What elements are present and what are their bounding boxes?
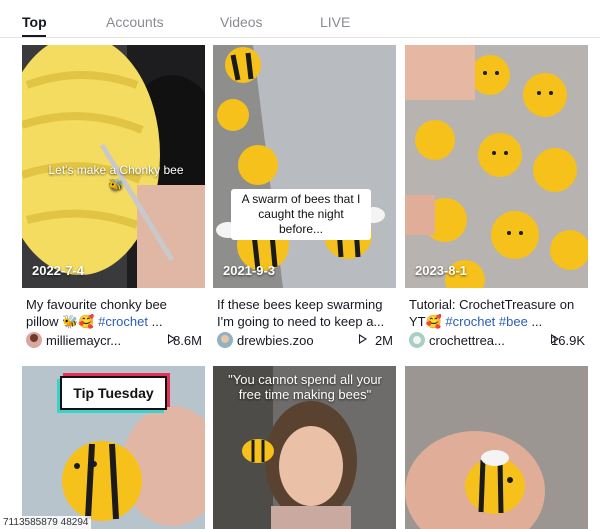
tab-top[interactable]: Top [22,14,47,30]
description-ellipsis: ... [527,314,543,329]
author-username[interactable]: drewbies.zoo [237,333,314,348]
video-thumbnail[interactable]: 2023-8-1 [405,45,588,288]
video-description[interactable]: My favourite chonky bee pillow 🐝🥰 #croch… [26,296,202,330]
view-count: 2M [374,333,393,348]
view-count: 16.9K [551,333,585,348]
video-date: 2023-8-1 [415,263,468,278]
play-count-icon [359,334,367,344]
author-username[interactable]: milliemaycr... [46,333,121,348]
video-thumbnail[interactable] [405,366,588,529]
author-username[interactable]: crochettrea... [429,333,505,348]
bee-in-hand-thumbnail-image [405,366,588,529]
avatar[interactable] [26,332,42,348]
video-meta: milliemaycr... 8.6M [26,332,202,348]
video-caption-overlay: "You cannot spend all your free time mak… [228,372,382,402]
description-ellipsis: ... [147,314,163,329]
video-card[interactable] [405,366,588,529]
video-thumbnail[interactable]: Tip Tuesday [22,366,205,529]
tab-videos[interactable]: Videos [220,14,263,30]
video-meta: drewbies.zoo 2M [217,332,393,348]
search-tabs: Top Accounts Videos LIVE [0,0,600,38]
view-count: 8.6M [173,333,202,348]
avatar[interactable] [409,332,425,348]
video-thumbnail[interactable]: A swarm of bees that I caught the night … [213,45,396,288]
video-meta: crochettrea... 16.9K [409,332,585,348]
video-description[interactable]: If these bees keep swarming I'm going to… [217,296,393,330]
tab-live[interactable]: LIVE [320,14,350,30]
tab-accounts[interactable]: Accounts [106,14,164,30]
many-bees-thumbnail-image [405,45,588,288]
video-date: 2022-7-4 [32,263,85,278]
video-date: 2021-9-3 [223,263,276,278]
video-card[interactable]: Tip Tuesday [22,366,205,529]
video-id-label: 7113585879 48294 [0,516,92,529]
video-caption-overlay: A swarm of bees that I caught the night … [231,189,371,240]
video-card[interactable]: "You cannot spend all your free time mak… [213,366,396,529]
video-thumbnail[interactable]: Let's make a Chonky bee 🐝 2022-7-4 [22,45,205,288]
active-tab-indicator [22,35,46,37]
description-text: If these bees keep swarming I'm going to… [217,297,385,329]
video-description[interactable]: Tutorial: CrochetTreasure on YT🥰 #croche… [409,296,585,330]
video-caption-overlay: Let's make a Chonky bee 🐝 [48,163,184,192]
bee-swarm-thumbnail-image [213,45,396,288]
hashtag-link[interactable]: #crochet [98,314,148,329]
avatar[interactable] [217,332,233,348]
tip-tuesday-banner: Tip Tuesday [60,376,167,410]
hashtag-link[interactable]: #crochet #bee [445,314,527,329]
video-thumbnail[interactable]: "You cannot spend all your free time mak… [213,366,396,529]
